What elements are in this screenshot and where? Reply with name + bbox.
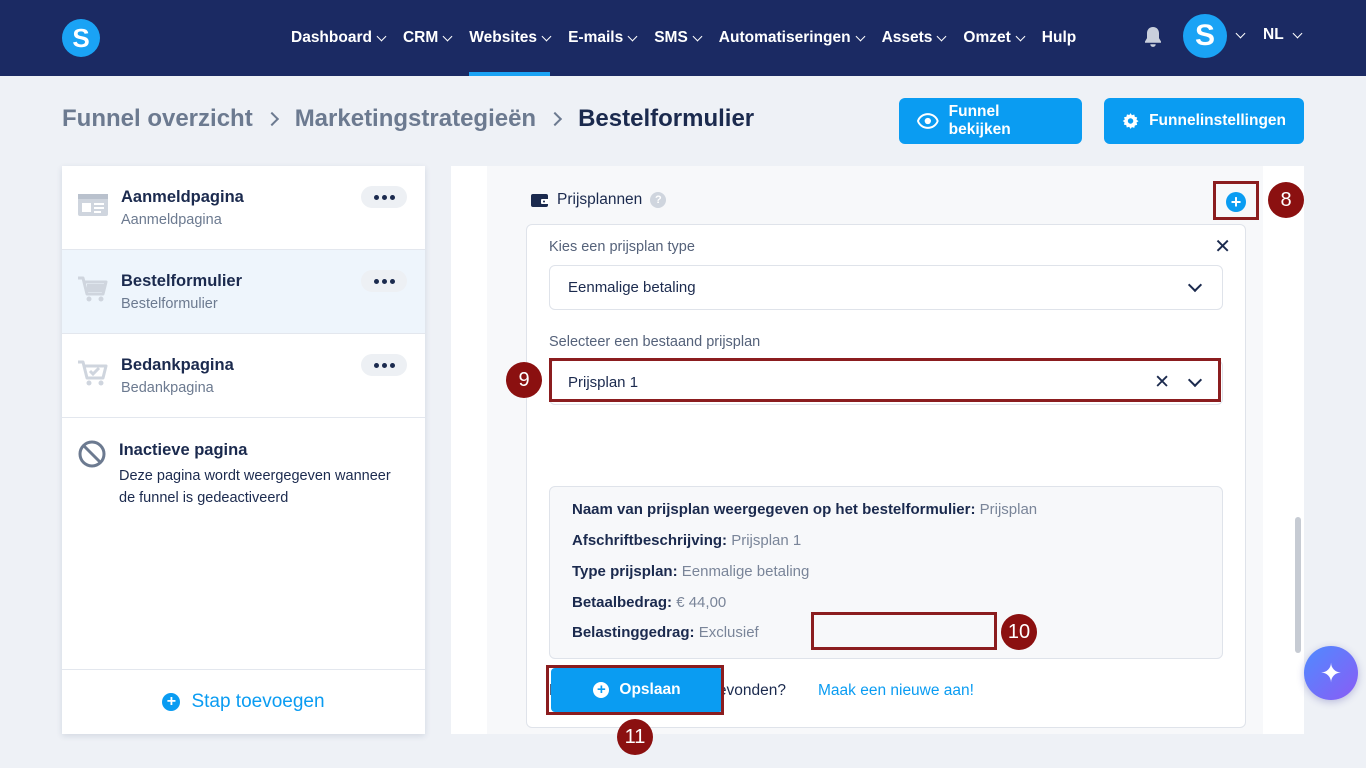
nav-help[interactable]: Hulp (1042, 0, 1076, 76)
create-new-plan-link[interactable]: Maak een nieuwe aan! (818, 682, 974, 700)
nav-websites[interactable]: Websites (469, 0, 552, 76)
nav-label: SMS (654, 29, 688, 46)
nav-label: Hulp (1041, 29, 1077, 46)
detail-plan-name: Naam van prijsplan weergegeven op het be… (572, 501, 1038, 518)
nav-revenue[interactable]: Omzet (963, 0, 1026, 76)
inactive-page-description: Deze pagina wordt weergegeven wanneer de… (119, 468, 391, 506)
chevron-down-icon[interactable] (1235, 28, 1246, 39)
nav-crm[interactable]: CRM (402, 0, 453, 76)
wallet-icon (531, 194, 549, 207)
step-subtitle: Aanmeldpagina (121, 212, 222, 228)
pricing-plans-header: Prijsplannen ? (530, 191, 667, 209)
nav-label: Assets (881, 29, 933, 46)
nav-automations[interactable]: Automatiseringen (718, 0, 866, 76)
step-marker-10: 10 (1001, 614, 1037, 650)
step-signup-page[interactable]: Aanmeldpagina Aanmeldpagina (62, 166, 425, 250)
add-step-label: Stap toevoegen (191, 691, 325, 712)
nav-emails[interactable]: E-mails (568, 0, 638, 76)
nav-sms[interactable]: SMS (654, 0, 703, 76)
chevron-down-icon (376, 31, 387, 41)
highlight-create-new (811, 612, 997, 650)
top-navigation: S Dashboard CRM Websites E-mails SMS Aut… (0, 0, 1366, 76)
step-subtitle: Bestelformulier (121, 296, 218, 312)
nav-assets[interactable]: Assets (881, 0, 947, 76)
inactive-page-title: Inactieve pagina (119, 441, 248, 459)
bell-icon[interactable] (1143, 26, 1163, 48)
breadcrumb-funnel-overview[interactable]: Funnel overzicht (62, 105, 253, 133)
detail-plan-type: Type prijsplan: Eenmalige betaling (572, 563, 810, 580)
view-funnel-button[interactable]: Funnel bekijken (899, 98, 1082, 144)
step-marker-11: 11 (617, 719, 653, 755)
gear-icon (1122, 113, 1139, 129)
nav-label: Dashboard (291, 29, 372, 46)
cart-icon (78, 276, 108, 302)
chevron-down-icon (692, 31, 703, 41)
chevron-down-icon (936, 31, 947, 41)
funnel-steps-panel: Aanmeldpagina Aanmeldpagina Bestelformul… (62, 166, 425, 734)
help-icon[interactable]: ? (650, 192, 667, 208)
step-title: Bestelformulier (121, 272, 243, 290)
page-title: Bestelformulier (578, 105, 755, 132)
pricing-plans-title: Prijsplannen (557, 191, 643, 208)
avatar[interactable]: S (1183, 14, 1227, 58)
page-icon (78, 194, 108, 216)
detail-amount: Betaalbedrag: € 44,00 (572, 594, 727, 611)
step-marker-8: 8 (1268, 182, 1304, 218)
chevron-right-icon (548, 111, 563, 127)
step-order-form[interactable]: Bestelformulier Bestelformulier (62, 250, 425, 334)
plan-type-value: Eenmalige betaling (568, 279, 696, 296)
chevron-down-icon (1015, 31, 1026, 41)
scrollbar[interactable] (1295, 517, 1301, 653)
view-funnel-label: Funnel bekijken (948, 103, 1011, 138)
chevron-down-icon (442, 31, 453, 41)
language-selector[interactable]: NL (1263, 26, 1303, 44)
step-title: Aanmeldpagina (121, 188, 244, 206)
more-options-button[interactable] (361, 186, 407, 208)
add-step-button[interactable]: + Stap toevoegen (62, 669, 425, 734)
funnel-settings-label: Funnelinstellingen (1149, 112, 1286, 129)
plan-type-label: Kies een prijsplan type (549, 239, 695, 255)
nav-label: Websites (469, 29, 538, 46)
more-options-button[interactable] (361, 270, 407, 292)
existing-plan-label: Selecteer een bestaand prijsplan (549, 334, 761, 350)
highlight-add-plan (1213, 181, 1259, 220)
detail-tax-behavior: Belastinggedrag: Exclusief (572, 624, 759, 641)
more-options-button[interactable] (361, 354, 407, 376)
eye-icon (917, 113, 939, 129)
main-menu: Dashboard CRM Websites E-mails SMS Autom… (291, 0, 1094, 76)
nav-label: CRM (402, 29, 439, 46)
highlight-existing-plan (549, 358, 1221, 402)
inactive-page-item[interactable]: Inactieve pagina Deze pagina wordt weerg… (62, 419, 425, 519)
nav-label: Automatiseringen (718, 29, 851, 46)
breadcrumb-funnel[interactable]: Marketingstrategieën (295, 105, 536, 133)
logo[interactable]: S (62, 19, 100, 57)
step-title: Bedankpagina (121, 356, 234, 374)
step-thank-you-page[interactable]: Bedankpagina Bedankpagina (62, 334, 425, 418)
plan-type-select[interactable]: Eenmalige betaling (549, 265, 1223, 310)
nav-label: E-mails (568, 29, 624, 46)
sparkle-icon[interactable]: ✦ (1304, 646, 1358, 700)
chevron-down-icon (1292, 28, 1303, 38)
chevron-down-icon (627, 31, 638, 41)
nav-dashboard[interactable]: Dashboard (291, 0, 387, 76)
plus-circle-icon: + (162, 693, 181, 711)
step-marker-9: 9 (506, 362, 542, 398)
detail-statement-description: Afschriftbeschrijving: Prijsplan 1 (572, 532, 802, 549)
close-icon[interactable]: ✕ (1214, 234, 1231, 259)
chevron-down-icon (1187, 277, 1203, 293)
ban-icon (78, 440, 106, 468)
cart-check-icon (78, 360, 108, 386)
step-subtitle: Bedankpagina (121, 380, 214, 396)
chevron-down-icon (855, 31, 866, 41)
highlight-save (546, 665, 724, 715)
nav-label: Omzet (963, 29, 1011, 46)
pricing-plan-form: ✕ Kies een prijsplan type Eenmalige beta… (526, 224, 1246, 728)
chevron-right-icon (264, 111, 279, 127)
breadcrumb: Funnel overzicht Marketingstrategieën Be… (62, 105, 754, 133)
chevron-down-icon (541, 31, 552, 41)
funnel-settings-button[interactable]: Funnelinstellingen (1104, 98, 1304, 144)
language-label: NL (1263, 26, 1284, 43)
